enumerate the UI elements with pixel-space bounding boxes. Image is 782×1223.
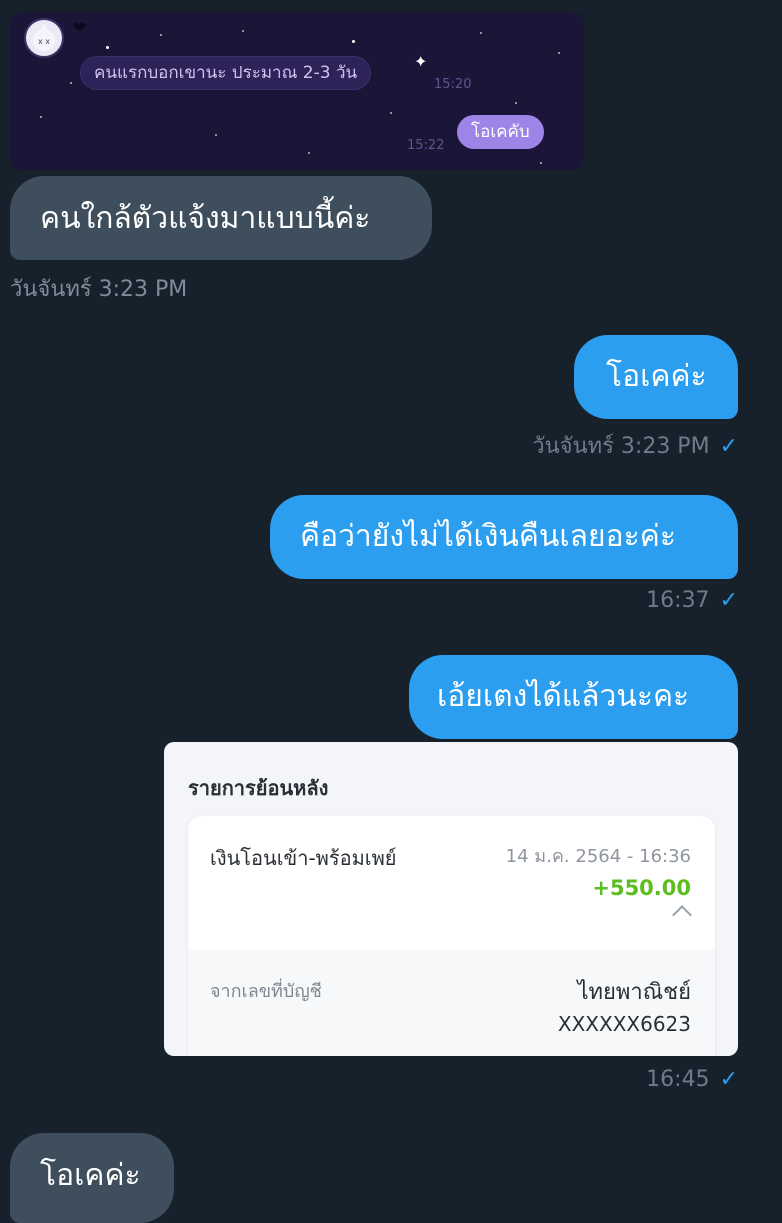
message-meta: 16:45 ✓ [646, 1067, 738, 1092]
transaction-amount: +550.00 [592, 876, 691, 900]
transaction-detail: จากเลขที่บัญชี ไทยพาณิชย์ XXXXXX6623 [188, 950, 715, 1056]
message-time: 16:45 [646, 1067, 710, 1092]
svg-text:x x: x x [38, 37, 50, 46]
chevron-up-icon [672, 905, 692, 925]
message-incoming[interactable]: คนใกล้ตัวแจ้งมาแบบนี้ค่ะ [10, 176, 432, 260]
message-outgoing[interactable]: คือว่ายังไม่ได้เงินคืนเลยอะค่ะ [270, 495, 738, 579]
bank-name: ไทยพาณิชย์ [577, 980, 691, 1005]
from-account-label: จากเลขที่บัญชี [210, 981, 322, 1002]
embedded-message-incoming: คนแรกบอกเขานะ ประมาณ 2-3 วัน [80, 56, 372, 90]
message-incoming[interactable]: โอเคค่ะ [10, 1133, 174, 1223]
message-time: 16:37 [646, 588, 710, 613]
avatar: x x [24, 18, 64, 58]
message-meta: วันจันทร์ 3:23 PM ✓ [532, 428, 738, 463]
message-meta: 16:37 ✓ [646, 588, 738, 613]
message-outgoing[interactable]: เอ้ยเตงได้แล้วนะคะ [409, 655, 738, 739]
message-timestamp: วันจันทร์ 3:23 PM [10, 277, 188, 302]
embedded-chat-image[interactable]: x x ❤ คนแรกบอกเขานะ ประมาณ 2-3 วัน ✦ 15:… [10, 12, 584, 170]
account-number: XXXXXX6623 [557, 1012, 691, 1036]
read-check-icon: ✓ [719, 434, 738, 459]
message-time: วันจันทร์ 3:23 PM [532, 434, 710, 459]
transaction-date: 14 ม.ค. 2564 - 16:36 [505, 846, 691, 867]
embedded-time-incoming: 15:20 [434, 77, 472, 92]
transaction-screenshot[interactable]: รายการย้อนหลัง เงินโอนเข้า-พร้อมเพย์ 14 … [164, 742, 738, 1056]
embedded-time-outgoing: 15:22 [407, 138, 445, 153]
read-check-icon: ✓ [719, 1067, 738, 1092]
heart-icon: ❤ [73, 18, 87, 37]
sparkle-icon: ✦ [414, 52, 428, 71]
transaction-type: เงินโอนเข้า-พร้อมเพย์ [210, 846, 397, 870]
message-outgoing[interactable]: โอเคค่ะ [574, 335, 738, 419]
read-check-icon: ✓ [719, 588, 738, 613]
embedded-message-outgoing: โอเคคับ [457, 115, 544, 149]
transaction-history-title: รายการย้อนหลัง [188, 776, 329, 800]
transaction-item: เงินโอนเข้า-พร้อมเพย์ 14 ม.ค. 2564 - 16:… [188, 816, 715, 1056]
